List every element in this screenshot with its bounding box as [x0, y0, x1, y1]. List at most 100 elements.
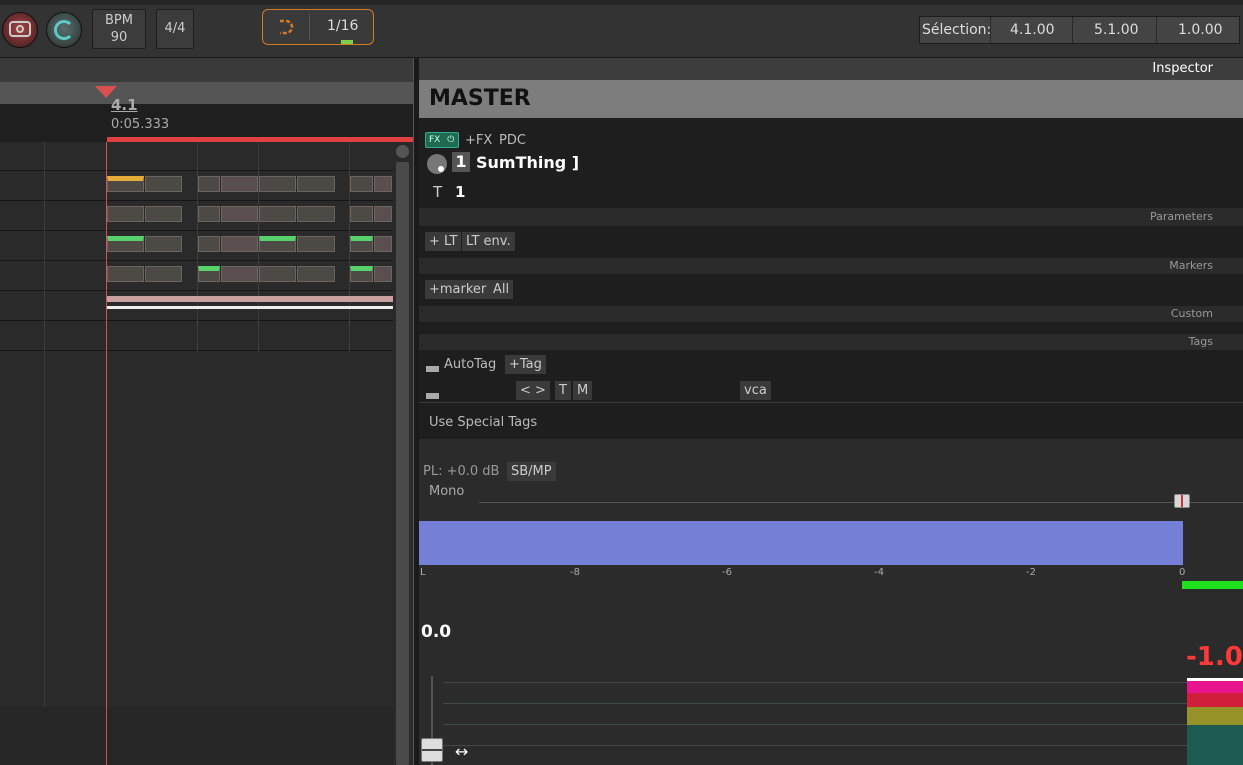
audio-clip[interactable] — [107, 306, 393, 309]
scrollbar-thumb[interactable] — [396, 162, 409, 765]
tags-header: Tags — [419, 334, 1243, 350]
t-value[interactable]: 1 — [455, 183, 465, 201]
tag-prev-next-button[interactable]: < > — [516, 381, 550, 400]
sb-mp-button[interactable]: SB/MP — [507, 462, 556, 481]
add-marker-button[interactable]: +marker — [425, 280, 491, 299]
midi-clip[interactable] — [198, 266, 220, 282]
selection-divider — [1072, 17, 1073, 43]
midi-clip[interactable] — [145, 236, 182, 252]
custom-header: Custom — [419, 306, 1243, 322]
midi-clip[interactable] — [107, 236, 144, 252]
midi-clip[interactable] — [107, 266, 144, 282]
midi-clip[interactable] — [221, 266, 258, 282]
parameters-label: Parameters — [1150, 210, 1213, 223]
loop-button[interactable] — [46, 12, 82, 48]
fader-value[interactable]: 0.0 — [421, 622, 451, 642]
tag-checkbox[interactable] — [426, 393, 439, 399]
playhead-marker[interactable] — [95, 86, 117, 98]
custom-row — [419, 322, 1243, 334]
selection-end[interactable]: 5.1.00 — [1094, 22, 1139, 38]
add-fx-button[interactable]: +FX — [465, 133, 492, 148]
midi-clip[interactable] — [350, 206, 373, 222]
midi-clip[interactable] — [259, 236, 296, 252]
arrange-header — [0, 58, 413, 82]
midi-clip[interactable] — [374, 236, 392, 252]
midi-clip[interactable] — [221, 236, 258, 252]
use-special-tags-button[interactable]: Use Special Tags — [429, 415, 537, 430]
midi-clip[interactable] — [297, 176, 335, 192]
midi-clip[interactable] — [374, 206, 392, 222]
midi-clip[interactable] — [297, 236, 335, 252]
add-lt-button[interactable]: + LT — [425, 232, 462, 251]
loop-icon — [54, 20, 74, 40]
fx-bypass-button[interactable]: FX ⏻ — [425, 132, 459, 148]
peak-meter-segment — [1187, 707, 1243, 725]
midi-clip[interactable] — [259, 266, 296, 282]
midi-clip[interactable] — [107, 176, 144, 192]
fx-section: FX ⏻ +FX PDC 1 SumThing ] T 1 — [419, 118, 1243, 208]
fader-gridline — [443, 682, 1187, 683]
tag-t-button[interactable]: T — [555, 381, 571, 400]
plugin-name[interactable]: SumThing ] — [476, 153, 579, 172]
selection-display[interactable]: Sélection: 4.1.00 5.1.00 1.0.00 — [919, 16, 1240, 44]
midi-clip[interactable] — [350, 236, 373, 252]
markers-row: +marker All — [419, 274, 1243, 306]
peak-meter-segment — [1187, 693, 1243, 707]
peak-meter — [1187, 678, 1243, 765]
markers-label: Markers — [1169, 259, 1213, 272]
grid-value: 1/16 — [327, 18, 359, 34]
time-signature-display[interactable]: 4/4 — [156, 9, 194, 49]
selection-divider — [990, 17, 991, 43]
mono-label[interactable]: Mono — [429, 484, 464, 499]
midi-clip[interactable] — [374, 266, 392, 282]
midi-clip[interactable] — [374, 176, 392, 192]
parameters-row: + LT LT env. — [419, 226, 1243, 258]
midi-clip[interactable] — [297, 266, 335, 282]
markers-header: Markers — [419, 258, 1243, 274]
midi-clip[interactable] — [145, 206, 182, 222]
tempo-display[interactable]: BPM 90 — [92, 9, 146, 49]
selection-start[interactable]: 4.1.00 — [1010, 22, 1055, 38]
midi-clip[interactable] — [145, 266, 182, 282]
record-icon — [9, 21, 31, 37]
pan-slider-handle[interactable] — [1174, 494, 1190, 508]
add-tag-button[interactable]: +Tag — [505, 355, 546, 374]
custom-label: Custom — [1170, 307, 1213, 320]
all-markers-button[interactable]: All — [489, 280, 514, 299]
meter-tick: -2 — [1026, 567, 1036, 578]
track-name-bar[interactable]: MASTER — [419, 80, 1243, 118]
vca-button[interactable]: vca — [740, 381, 771, 400]
midi-clip[interactable] — [198, 176, 220, 192]
fader-gridline — [443, 745, 1187, 746]
position-bar: 4.1 — [111, 96, 138, 114]
midi-clip[interactable] — [259, 176, 296, 192]
midi-clip[interactable] — [221, 176, 258, 192]
midi-clip[interactable] — [198, 206, 220, 222]
track-lanes[interactable] — [0, 142, 413, 707]
volume-fader-handle[interactable] — [421, 738, 443, 762]
peak-value[interactable]: -1.0 — [1186, 642, 1243, 672]
selection-length[interactable]: 1.0.00 — [1178, 22, 1223, 38]
midi-clip[interactable] — [145, 176, 182, 192]
midi-clip[interactable] — [221, 206, 258, 222]
record-button[interactable] — [2, 12, 38, 48]
lt-env-button[interactable]: LT env. — [462, 232, 515, 251]
output-meter — [1182, 581, 1243, 589]
midi-clip[interactable] — [350, 176, 373, 192]
grid-snap-control[interactable]: 1/16 — [262, 9, 374, 45]
midi-clip[interactable] — [107, 206, 144, 222]
fader-gridline — [443, 703, 1187, 704]
inspector-panel: Inspector MASTER FX ⏻ +FX PDC 1 SumThing… — [419, 58, 1243, 765]
scroll-up-icon[interactable] — [396, 145, 409, 158]
snap-icon — [280, 19, 294, 35]
midi-clip[interactable] — [350, 266, 373, 282]
fx-label: FX — [429, 135, 441, 145]
midi-clip[interactable] — [259, 206, 296, 222]
midi-clip[interactable] — [297, 206, 335, 222]
audio-clip[interactable] — [107, 296, 393, 302]
midi-clip[interactable] — [198, 236, 220, 252]
plugin-knob-icon[interactable] — [427, 154, 447, 174]
autotag-checkbox[interactable] — [426, 366, 439, 372]
pan-slider-track[interactable] — [479, 502, 1243, 503]
tag-m-button[interactable]: M — [573, 381, 593, 400]
